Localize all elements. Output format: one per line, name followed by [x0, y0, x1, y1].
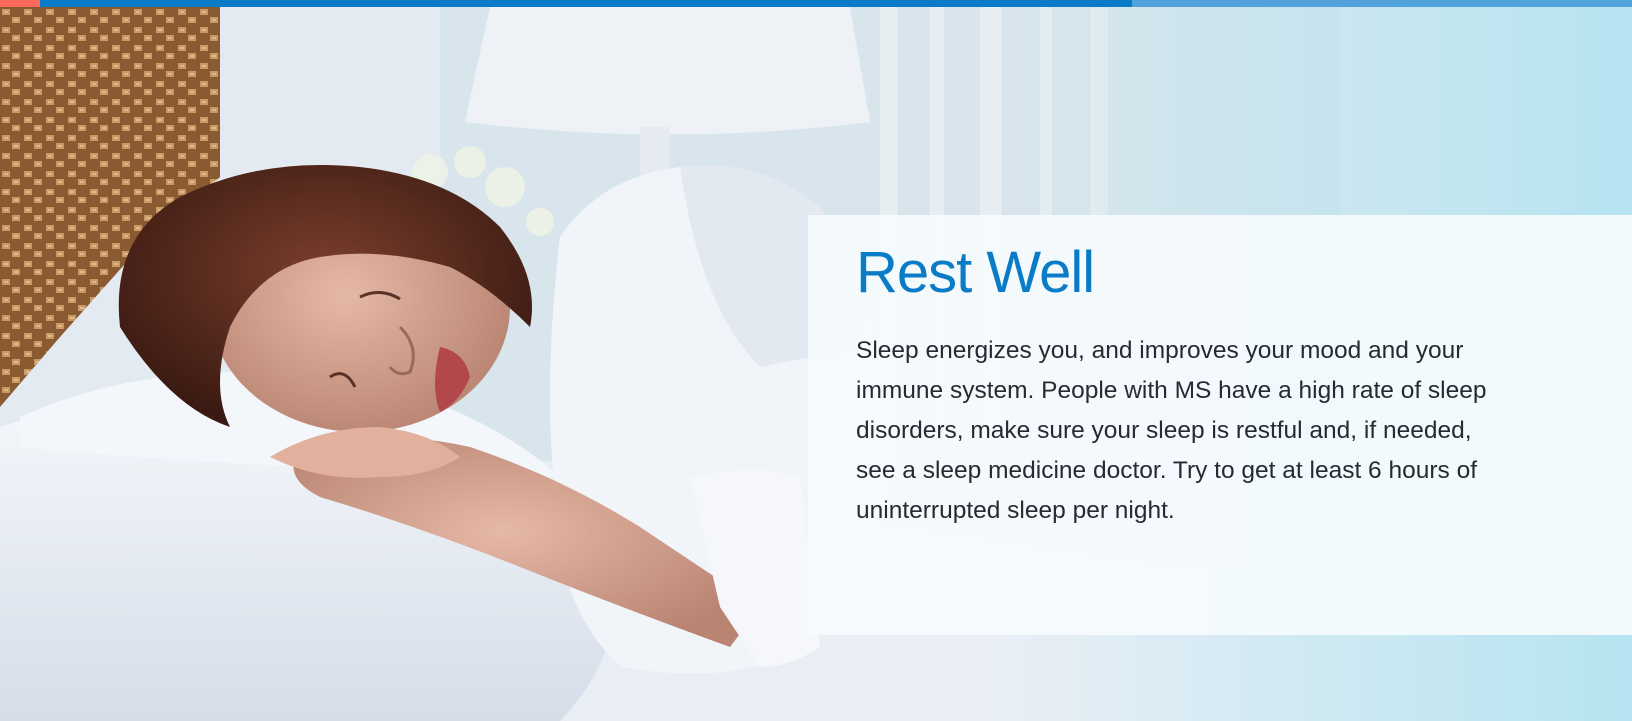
panel-title: Rest Well	[856, 240, 1095, 305]
top-accent-bar	[0, 0, 1632, 7]
accent-bar-light-segment	[1132, 0, 1632, 7]
panel-body-text: Sleep energizes you, and improves your m…	[856, 337, 1487, 524]
rest-well-card: Rest Well Sleep energizes you, and impro…	[808, 215, 1632, 635]
accent-bar-blue-segment	[40, 0, 1132, 7]
accent-bar-red-segment	[0, 0, 40, 7]
page: Rest Well Sleep energizes you, and impro…	[0, 0, 1632, 721]
